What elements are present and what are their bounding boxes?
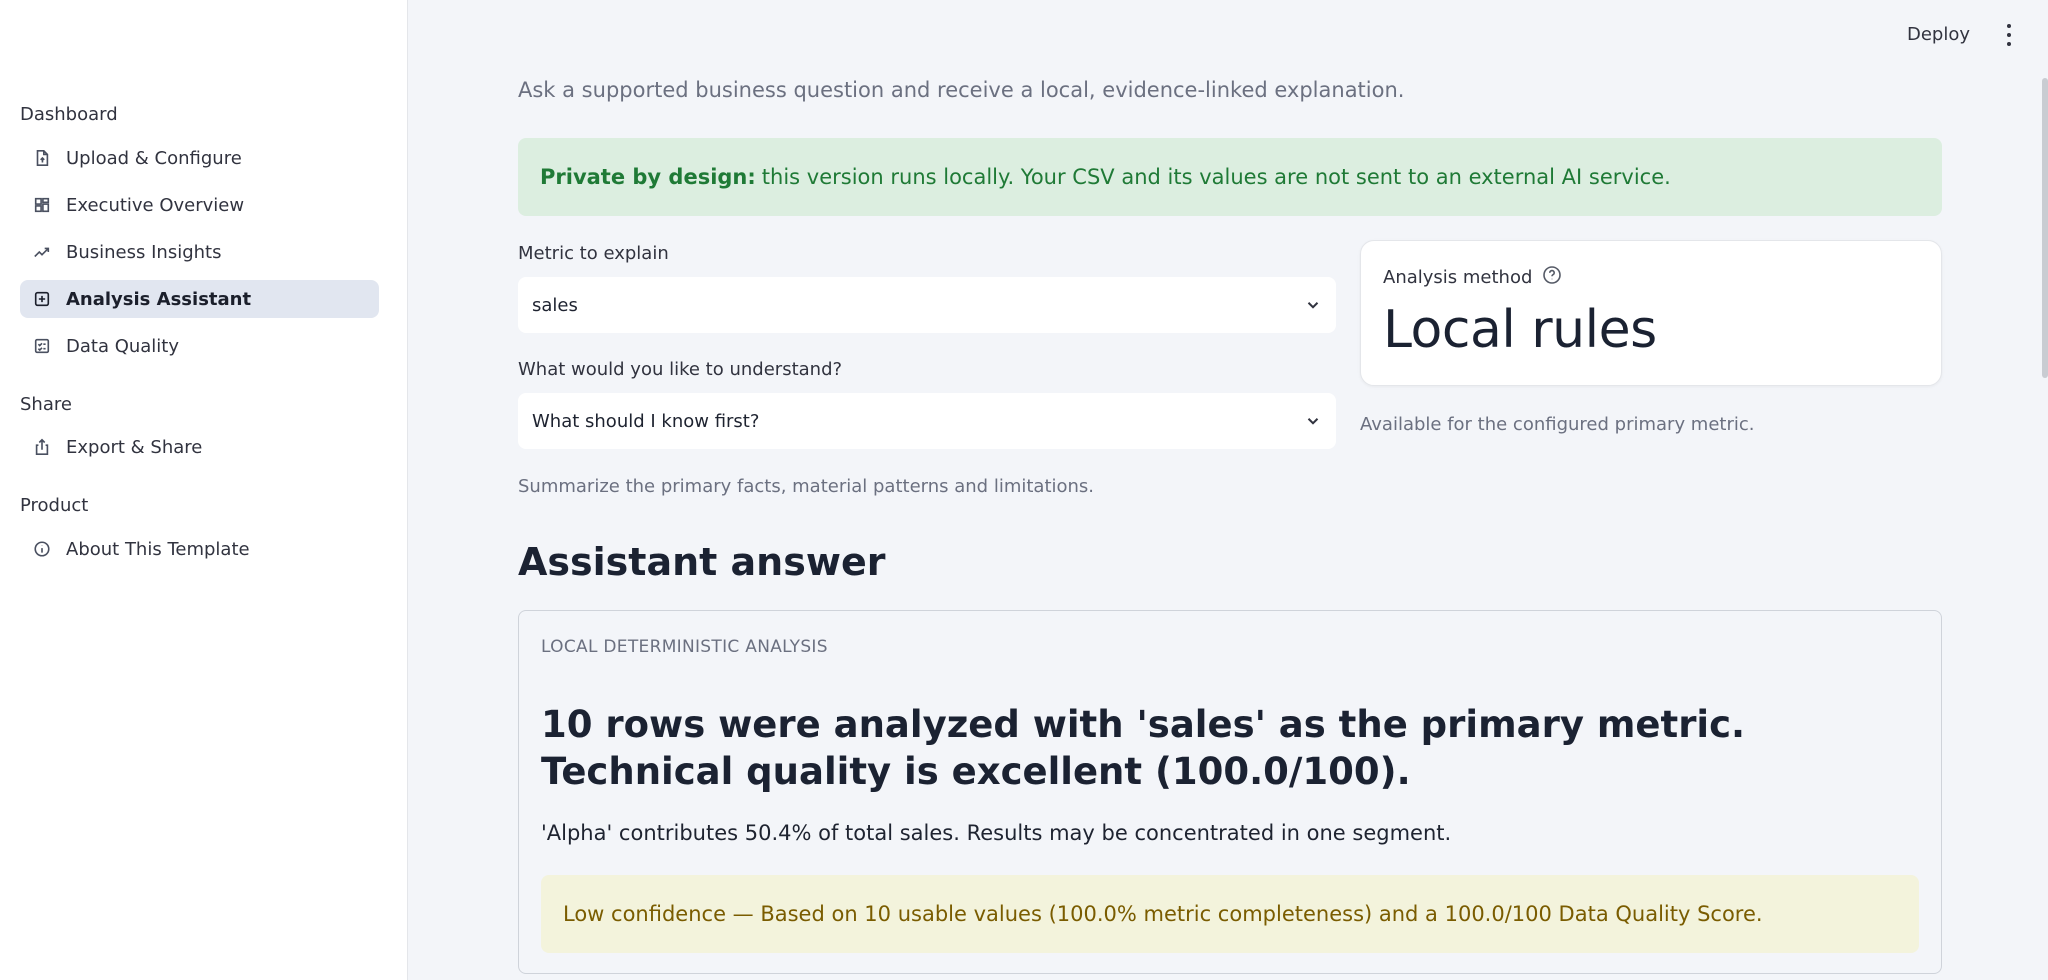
assistant-icon [32,289,52,309]
assistant-answer-heading: Assistant answer [518,540,886,584]
help-icon[interactable] [1542,265,1562,290]
sidebar-item-label: About This Template [66,538,250,560]
chevron-down-icon [1307,418,1319,425]
answer-tag: LOCAL DETERMINISTIC ANALYSIS [541,637,828,657]
sidebar-item-export-share[interactable]: Export & Share [20,428,379,466]
answer-body: 'Alpha' contributes 50.4% of total sales… [541,821,1452,845]
sidebar-section-share: Share [20,394,72,415]
assistant-answer-card: LOCAL DETERMINISTIC ANALYSIS 10 rows wer… [518,610,1942,974]
analysis-method-card: Analysis method Local rules [1360,240,1942,386]
sidebar-item-label: Executive Overview [66,194,245,216]
chevron-down-icon [1307,302,1319,309]
sidebar-item-upload-configure[interactable]: Upload & Configure [20,139,379,177]
metric-select-value: sales [532,294,578,316]
more-options-icon[interactable] [2004,24,2014,46]
dashboard-icon [32,195,52,215]
info-icon [32,539,52,559]
scrollbar[interactable] [2042,78,2048,378]
trend-icon [32,242,52,262]
metric-select[interactable]: sales [518,277,1336,333]
privacy-notice: Private by design: this version runs loc… [518,138,1942,216]
sidebar-item-label: Upload & Configure [66,147,242,169]
sidebar-item-data-quality[interactable]: Data Quality [20,327,379,365]
sidebar-item-analysis-assistant[interactable]: Analysis Assistant [20,280,379,318]
question-select-label: What would you like to understand? [518,359,843,380]
file-upload-icon [32,148,52,168]
share-icon [32,437,52,457]
privacy-notice-text: this version runs locally. Your CSV and … [761,165,1671,189]
sidebar: Dashboard Upload & Configure Executive O… [0,0,408,980]
analysis-method-caption: Available for the configured primary met… [1360,414,1755,435]
sidebar-item-business-insights[interactable]: Business Insights [20,233,379,271]
deploy-button[interactable]: Deploy [1907,24,1970,45]
sidebar-item-about-template[interactable]: About This Template [20,530,379,568]
analysis-method-value: Local rules [1383,300,1657,360]
analysis-method-label: Analysis method [1383,267,1533,288]
sidebar-item-label: Export & Share [66,436,203,458]
sidebar-item-executive-overview[interactable]: Executive Overview [20,186,379,224]
sidebar-item-label: Business Insights [66,241,222,263]
sidebar-item-label: Analysis Assistant [66,288,252,310]
page-subtitle: Ask a supported business question and re… [518,78,1405,102]
metric-select-label: Metric to explain [518,243,669,264]
privacy-notice-title: Private by design: [540,165,756,189]
question-helper-text: Summarize the primary facts, material pa… [518,476,1095,497]
question-select[interactable]: What should I know first? [518,393,1336,449]
confidence-notice: Low confidence — Based on 10 usable valu… [541,875,1919,953]
sidebar-section-product: Product [20,495,89,516]
sidebar-section-dashboard: Dashboard [20,104,118,125]
sidebar-item-label: Data Quality [66,335,180,357]
checklist-icon [32,336,52,356]
answer-title: 10 rows were analyzed with 'sales' as th… [541,703,1746,793]
question-select-value: What should I know first? [532,410,760,432]
